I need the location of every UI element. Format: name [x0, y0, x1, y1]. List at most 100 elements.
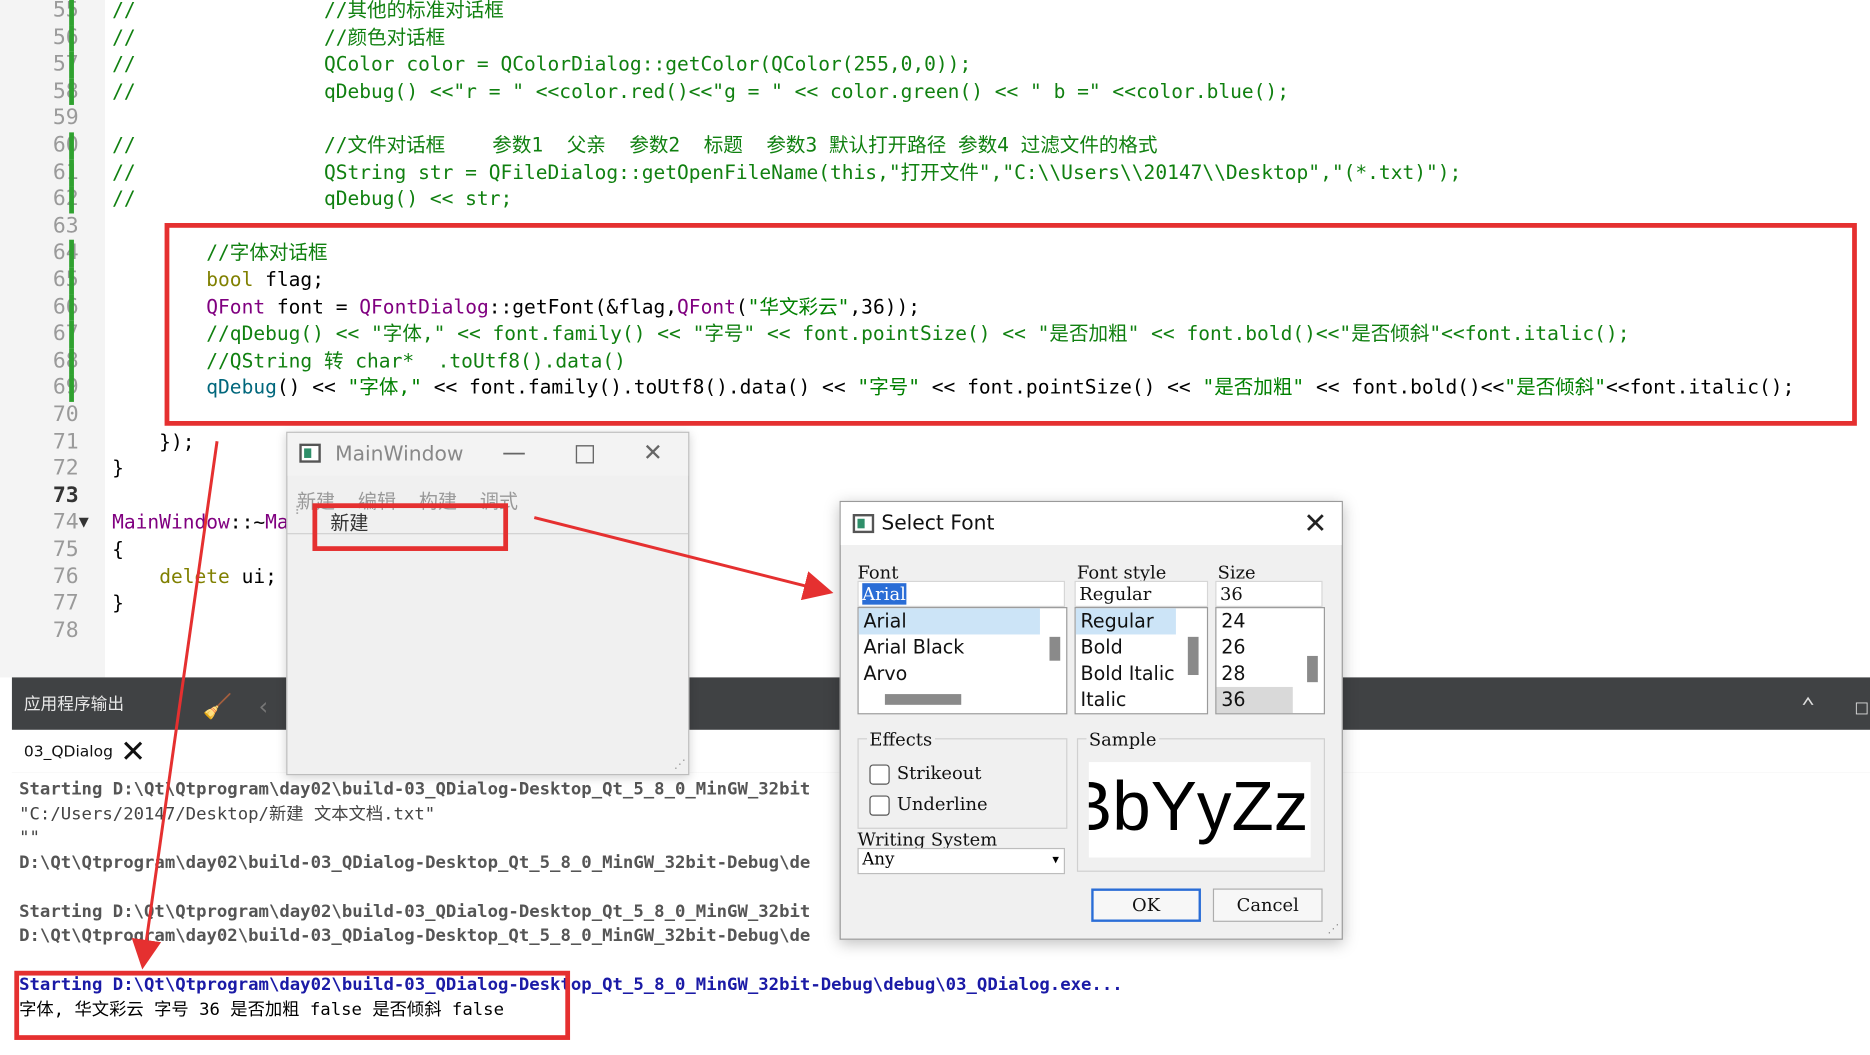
select-font-dialog[interactable]: Select Font ✕ Font Arial Arial Arial Bla… [839, 500, 1343, 940]
font-list-item[interactable]: Arial Black [859, 634, 1067, 660]
code-token: { [112, 537, 124, 561]
strikeout-checkbox[interactable]: Strikeout [869, 762, 981, 785]
line-number-gutter: 55 56 57 58 59 60 61 62 63 64 65 66 67 68 69 70 71 72 73 74… [0, 0, 105, 678]
main-window-title: MainWindow [335, 442, 464, 467]
font-style-value: Regular [1079, 583, 1152, 605]
line-number: 73 [52, 482, 79, 508]
size-list[interactable]: 24 26 28 36 [1215, 607, 1325, 715]
font-name-value: Arial [862, 583, 906, 605]
output-tab[interactable]: 03_QDialog ✕ [19, 735, 151, 771]
line-number: 78 [52, 617, 79, 643]
checkbox-icon [869, 794, 890, 816]
code-line[interactable]: delete ui; [112, 564, 277, 591]
line-number: 74 [52, 509, 79, 535]
code-line[interactable]: MainWindow::~Ma [112, 510, 289, 537]
modified-line-marker [69, 132, 74, 160]
code-token: // //文件对话框 参数1 父亲 参数2 标题 参数3 默认打开路径 参数4 … [112, 133, 1158, 157]
line-number: 75 [52, 536, 79, 562]
size-item[interactable]: 36 [1216, 686, 1293, 714]
main-window-titlebar[interactable]: MainWindow — □ ✕ [287, 432, 689, 476]
modified-line-marker [69, 347, 74, 375]
output-line: Starting D:\Qt\Qtprogram\day02\build-03_… [19, 902, 811, 922]
modified-line-marker [69, 0, 74, 25]
minimize-icon[interactable]: — [502, 438, 526, 467]
dialog-title: Select Font [881, 511, 995, 536]
annotation-box-font-dialog-code [164, 223, 1857, 426]
annotation-box-toolbar-new [312, 503, 509, 551]
writing-system-select[interactable]: Any ▾ [857, 847, 1065, 875]
line-number: 72 [52, 455, 79, 481]
chevron-up-icon[interactable]: ⌃ [1801, 692, 1815, 721]
underline-checkbox[interactable]: Underline [869, 793, 988, 816]
modified-line-marker [69, 294, 74, 322]
font-list-item[interactable]: Arial [858, 608, 1040, 635]
font-style-item[interactable]: Italic [1076, 687, 1207, 713]
font-list-hscrollbar[interactable] [884, 694, 962, 705]
code-line[interactable]: // QString str = QFileDialog::getOpenFil… [112, 159, 1461, 186]
effects-label: Effects [867, 728, 935, 751]
code-token: Ma [265, 510, 289, 534]
font-style-list[interactable]: Regular Bold Bold Italic Italic [1074, 607, 1209, 715]
close-icon[interactable]: ✕ [120, 735, 146, 771]
font-style-item[interactable]: Regular [1075, 608, 1176, 635]
panel-icon[interactable]: ☐ [1854, 692, 1868, 721]
underline-label: Underline [896, 793, 988, 815]
code-line[interactable]: } [112, 456, 124, 483]
code-line[interactable]: // qDebug() <<"r = " <<color.red()<<"g =… [112, 78, 1289, 105]
annotation-box-output-result [14, 970, 571, 1040]
writing-system-value: Any [862, 850, 895, 870]
cancel-button[interactable]: Cancel [1212, 888, 1323, 922]
screen: 55 56 57 58 59 60 61 62 63 64 65 66 67 68 69 70 71 72 73 74… [0, 0, 1870, 1055]
resize-grip-icon[interactable]: ⋰ [674, 758, 686, 771]
size-input[interactable]: 36 [1215, 580, 1323, 608]
code-line[interactable]: }); [112, 429, 194, 456]
code-line[interactable]: // QColor color = QColorDialog::getColor… [112, 52, 971, 79]
code-token: // //颜色对话框 [112, 25, 446, 49]
code-line[interactable]: // //颜色对话框 [112, 25, 445, 52]
size-list-scrollbar[interactable] [1307, 655, 1318, 683]
code-token: } [112, 591, 124, 615]
code-line[interactable]: } [112, 591, 124, 618]
output-line: Starting D:\Qt\Qtprogram\day02\build-03_… [19, 779, 811, 800]
chevron-left-icon[interactable]: ‹ [256, 692, 270, 721]
output-panel-title: 应用程序输出 [23, 695, 125, 715]
code-line[interactable]: // //文件对话框 参数1 父亲 参数2 标题 参数3 默认打开路径 参数4 … [112, 132, 1157, 159]
modified-line-marker [69, 159, 74, 187]
font-list-scrollbar[interactable] [1049, 636, 1061, 661]
code-token: // qDebug() <<"r = " <<color.red()<<"g =… [112, 79, 1289, 103]
output-line: "C:/Users/20147/Desktop/新建 文本文档.txt" [19, 804, 436, 824]
code-token: // //其他的标准对话框 [112, 0, 504, 22]
modified-line-marker [69, 267, 74, 295]
modified-line-marker [69, 321, 74, 348]
font-style-input[interactable]: Regular [1074, 580, 1209, 608]
chevron-down-icon: ▾ [1052, 851, 1060, 868]
code-token: ui; [229, 564, 277, 588]
sample-preview: AaBbYyZz [1088, 762, 1311, 858]
code-line[interactable]: // //其他的标准对话框 [112, 0, 504, 25]
toolbar-grip-icon[interactable]: ⠇ [295, 506, 304, 530]
output-tab-label: 03_QDialog [23, 743, 113, 762]
close-icon[interactable]: ✕ [1303, 507, 1327, 540]
line-number: 63 [52, 213, 79, 239]
output-line: D:\Qt\Qtprogram\day02\build-03_QDialog-D… [19, 853, 811, 873]
code-line[interactable]: // qDebug() << str; [112, 186, 512, 213]
clear-output-icon[interactable]: 🧹 [203, 692, 233, 721]
sample-text: AaBbYyZz [1089, 768, 1309, 846]
size-item[interactable]: 24 [1216, 608, 1323, 634]
resize-grip-icon[interactable]: ⋰ [1327, 923, 1339, 936]
dialog-titlebar[interactable]: Select Font ✕ [840, 502, 1342, 546]
code-line[interactable]: { [112, 537, 124, 564]
modified-line-marker [69, 240, 74, 268]
ok-button[interactable]: OK [1091, 888, 1201, 922]
sample-label: Sample [1086, 728, 1159, 751]
maximize-icon[interactable]: □ [574, 438, 597, 467]
close-icon[interactable]: ✕ [643, 438, 663, 467]
code-token: // QString str = QFileDialog::getOpenFil… [112, 160, 1462, 184]
font-name-input[interactable]: Arial [857, 580, 1065, 608]
font-style-scrollbar[interactable] [1187, 636, 1199, 676]
font-list[interactable]: Arial Arial Black Arvo [857, 607, 1068, 715]
main-window[interactable]: MainWindow — □ ✕ 新建 编辑 构建 调式 ⠇ 新建 ⋰ [286, 431, 690, 776]
font-list-item[interactable]: Arvo [859, 661, 1067, 687]
fold-arrow-icon[interactable]: ▼ [79, 510, 89, 537]
output-line: "" [19, 828, 40, 848]
